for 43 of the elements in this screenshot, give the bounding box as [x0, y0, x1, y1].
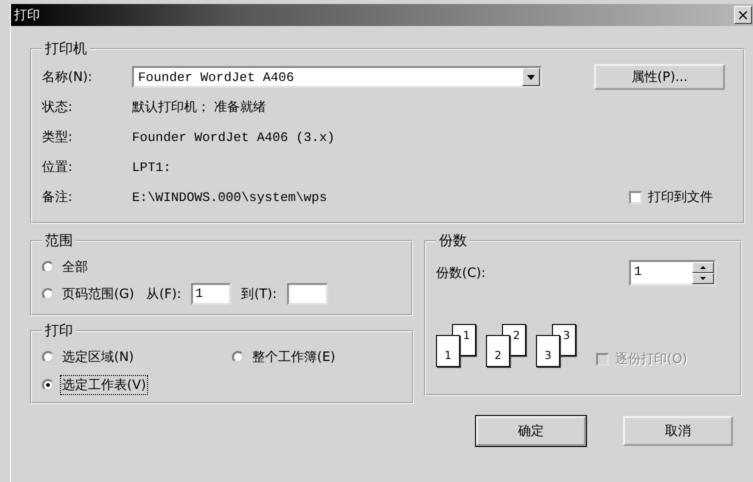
- page-icon: 3: [536, 335, 560, 367]
- field-value: Founder WordJet A406 (3.x): [132, 130, 335, 144]
- close-button[interactable]: ×: [734, 6, 752, 24]
- radio-label: 选定工作表(V): [60, 375, 148, 395]
- radio-label: 选定区域(N): [61, 349, 135, 367]
- input-field[interactable]: 1: [191, 283, 232, 305]
- field-label: 状态:: [42, 99, 74, 116]
- group-label: 打印: [44, 322, 74, 340]
- field-label: 位置:: [42, 159, 74, 176]
- page-icon: 1: [436, 335, 460, 367]
- radio-label: 页码范围(G): [61, 286, 136, 304]
- properties-button[interactable]: 属性(P)...: [594, 64, 725, 90]
- field-label: 备注:: [42, 189, 74, 206]
- field-label: 从(F):: [146, 286, 182, 303]
- spin-up-icon[interactable]: [692, 262, 714, 273]
- field-value: E:\WINDOWS.000\system\wps: [132, 190, 328, 204]
- checkbox[interactable]: [629, 190, 642, 204]
- field-label: 份数(C):: [436, 265, 486, 282]
- group-label: 打印机: [44, 40, 88, 58]
- ok-button[interactable]: 确定: [476, 416, 586, 446]
- copies-spinbox[interactable]: 1: [629, 260, 716, 286]
- input-field[interactable]: [286, 283, 328, 305]
- field-value: 默认打印机； 准备就绪: [132, 99, 266, 116]
- group-label: 份数: [438, 232, 468, 250]
- field-label: 到(T):: [241, 286, 277, 303]
- field-value: LPT1:: [132, 160, 172, 174]
- radio-button[interactable]: [42, 379, 54, 391]
- field-label: 名称(N):: [42, 69, 94, 86]
- printer-dropdown[interactable]: Founder WordJet A406: [132, 66, 542, 88]
- checkbox-label: 逐份打印(O): [615, 351, 688, 368]
- radio-button[interactable]: [42, 351, 54, 363]
- radio-button[interactable]: [232, 351, 244, 363]
- cancel-button[interactable]: 取消: [623, 416, 733, 446]
- field-label: 类型:: [42, 129, 74, 146]
- spin-down-icon[interactable]: [692, 273, 714, 284]
- checkbox-label: 打印到文件: [648, 189, 713, 206]
- radio-button[interactable]: [42, 261, 54, 273]
- window-title: 打印: [13, 7, 40, 24]
- radio-label: 全部: [61, 259, 89, 277]
- radio-button[interactable]: [42, 288, 54, 300]
- group-label: 范围: [44, 232, 74, 250]
- page-icon: 2: [486, 335, 510, 367]
- radio-label: 整个工作簿(E): [251, 349, 336, 367]
